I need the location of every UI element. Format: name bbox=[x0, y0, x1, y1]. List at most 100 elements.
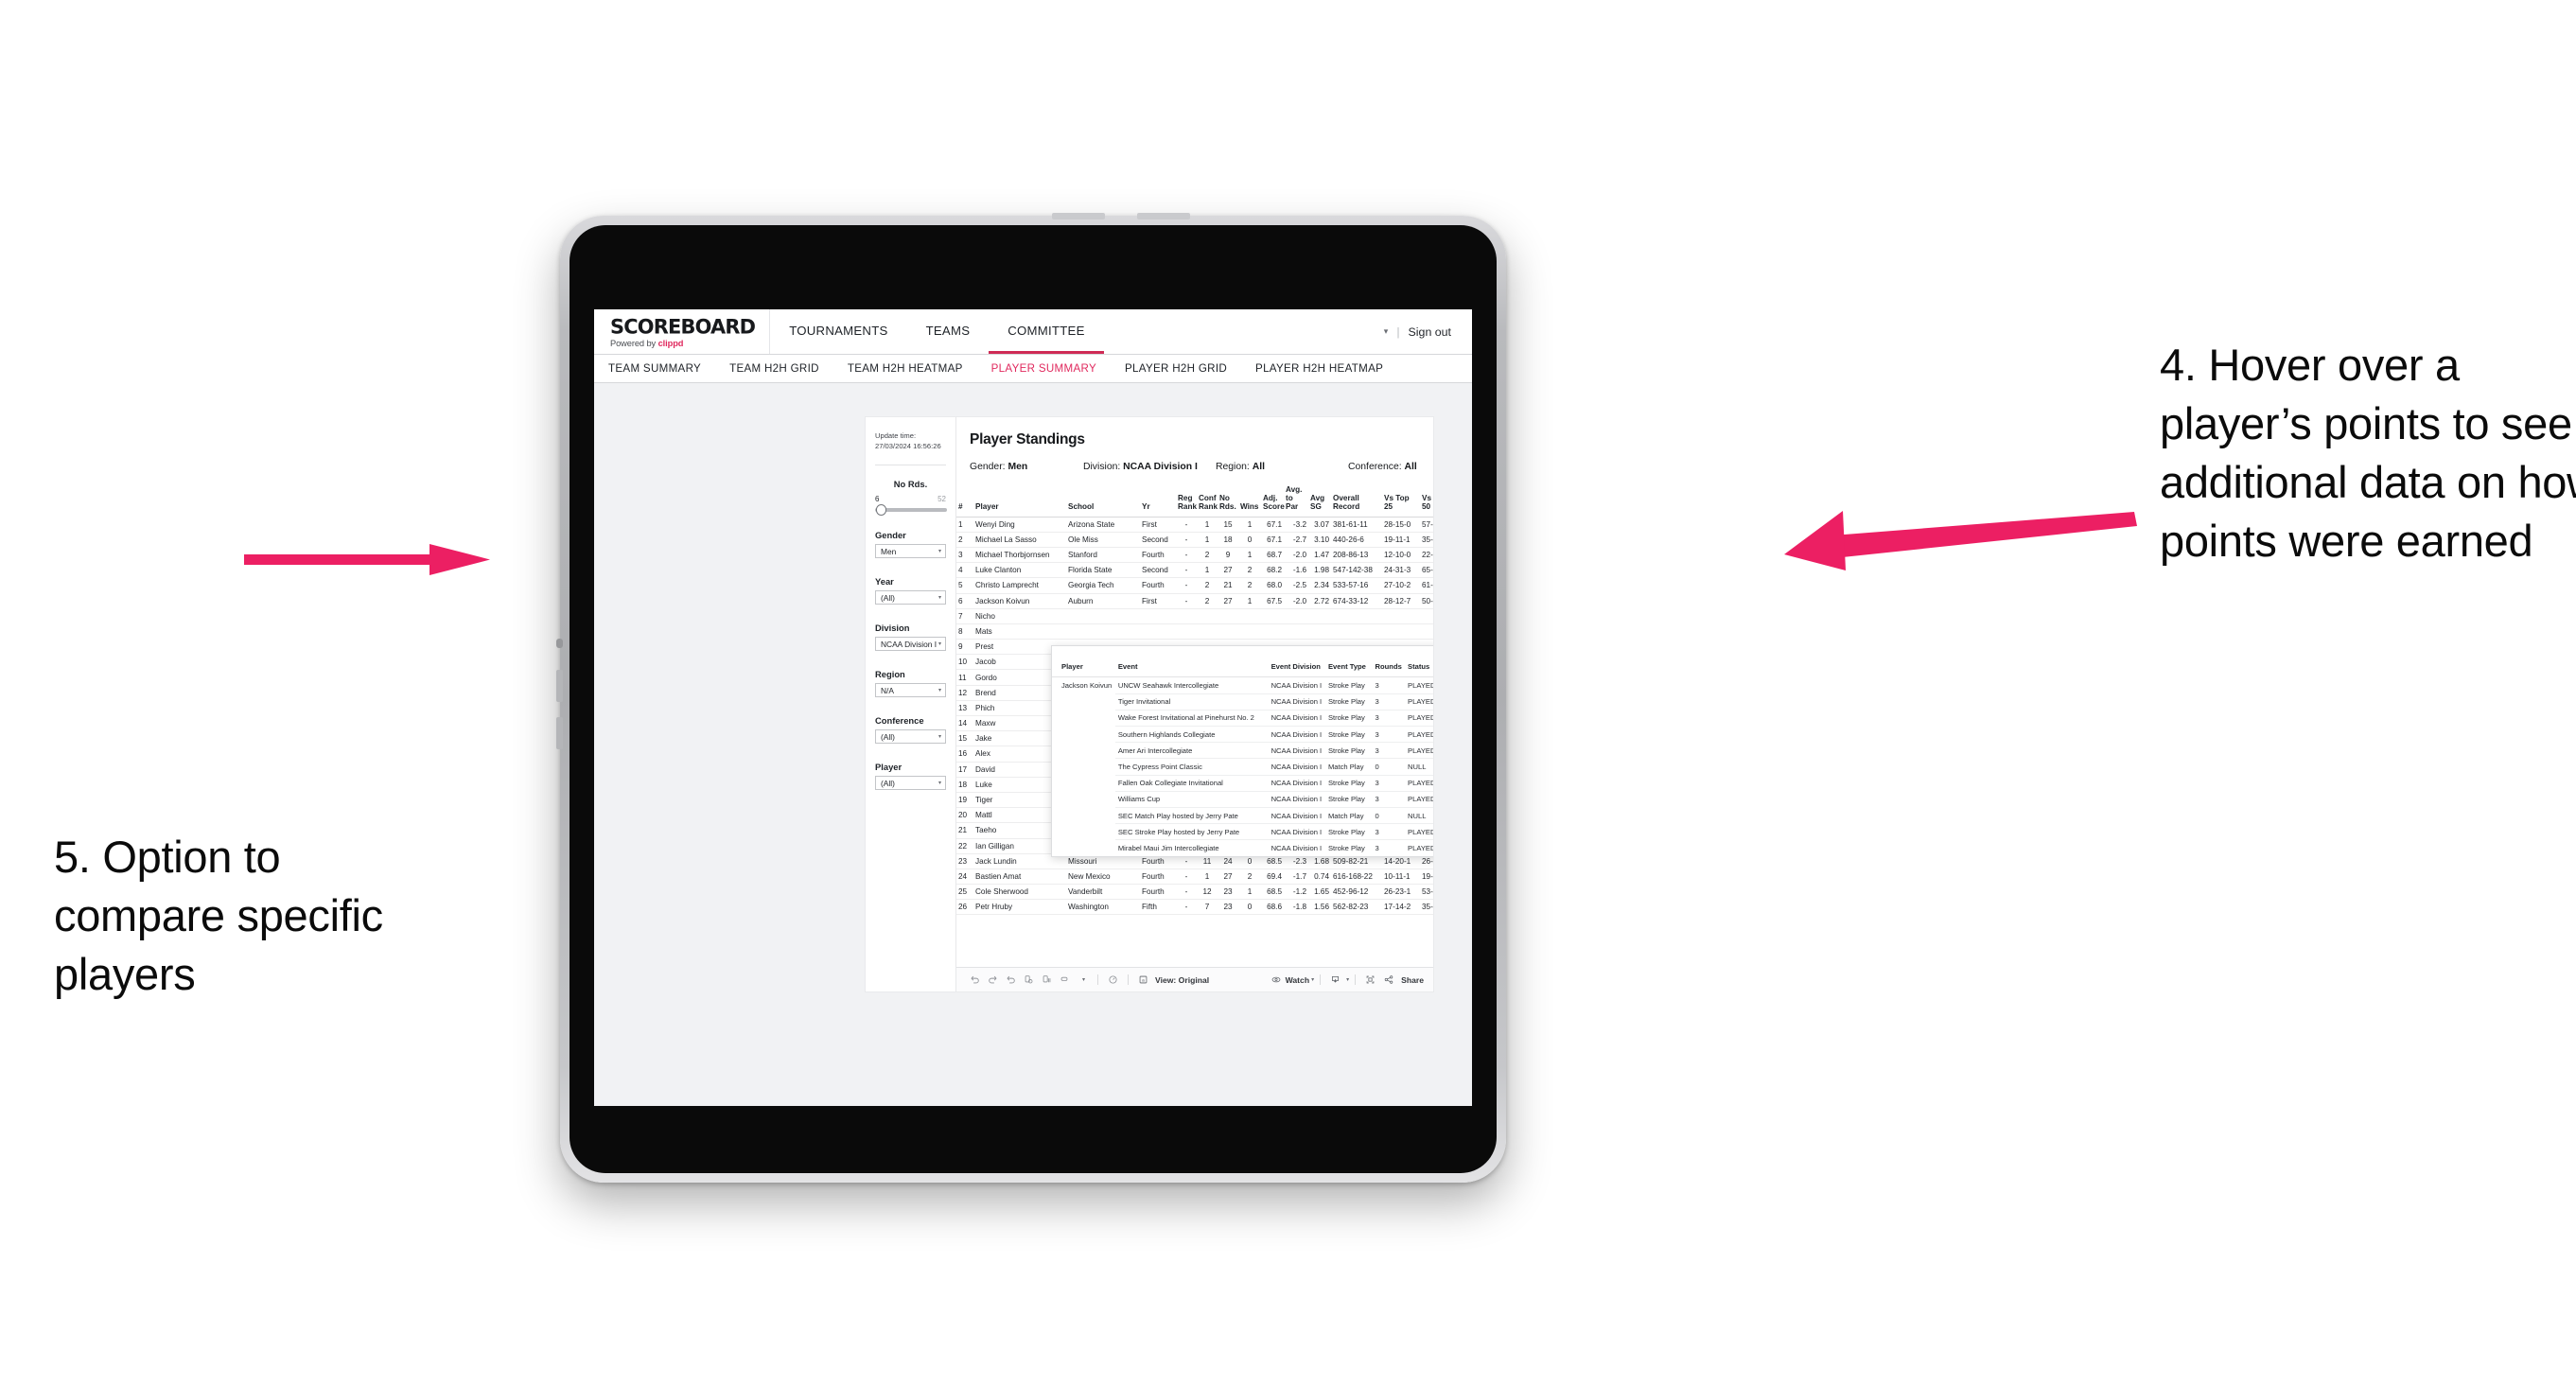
filter-select-gender[interactable]: Men ▾ bbox=[875, 544, 946, 558]
col-header-no-rds[interactable]: No Rds. bbox=[1218, 482, 1238, 518]
col-header-conf-rank[interactable]: Conf Rank bbox=[1197, 482, 1218, 518]
subnav-item-team-h2h-heatmap[interactable]: TEAM H2H HEATMAP bbox=[848, 362, 963, 375]
refresh-data-icon[interactable] bbox=[1020, 974, 1038, 985]
toolbar-divider-3 bbox=[1320, 974, 1322, 985]
subnav-item-player-summary[interactable]: PLAYER SUMMARY bbox=[991, 362, 1096, 375]
col-header-wins[interactable]: Wins bbox=[1238, 482, 1261, 518]
cell-avg-sg: 3.07 bbox=[1308, 517, 1331, 533]
revert-icon[interactable] bbox=[1002, 974, 1020, 985]
table-row[interactable]: 8 Mats bbox=[956, 623, 1433, 640]
standings-table-wrapper[interactable]: # Player School Yr Reg Rank Conf Rank No… bbox=[956, 482, 1433, 967]
view-original-icon[interactable]: a bbox=[1134, 974, 1152, 985]
view-original-label[interactable]: View: Original bbox=[1155, 975, 1209, 985]
nav-item-committee[interactable]: COMMITTEE bbox=[989, 309, 1104, 354]
undo-icon[interactable] bbox=[966, 974, 984, 985]
col-header-yr[interactable]: Yr bbox=[1140, 482, 1176, 518]
download-caret-icon[interactable]: ▾ bbox=[1346, 976, 1349, 983]
tooltip-cell-status: PLAYED bbox=[1405, 742, 1433, 760]
cell-num: 9 bbox=[956, 639, 973, 656]
watch-eye-icon[interactable] bbox=[1268, 974, 1286, 985]
tooltip-cell-status: PLAYED bbox=[1405, 710, 1433, 728]
subnav-item-team-h2h-grid[interactable]: TEAM H2H GRID bbox=[729, 362, 819, 375]
nav-item-tournaments[interactable]: TOURNAMENTS bbox=[770, 309, 906, 354]
table-row[interactable]: 7 Nicho bbox=[956, 608, 1433, 624]
device-top-button-2 bbox=[1137, 213, 1190, 219]
filter-select-year[interactable]: (All) ▾ bbox=[875, 590, 946, 605]
cell-adj-score: 68.0 bbox=[1261, 577, 1284, 594]
table-row[interactable]: 4 Luke Clanton Florida State Second -1 27 2 68.… bbox=[956, 562, 1433, 579]
cell-conf-rank: 1 bbox=[1197, 532, 1218, 548]
brand-logo[interactable]: SCOREBOARD Powered by clippd bbox=[594, 309, 769, 354]
cell-no-rds: 23 bbox=[1218, 899, 1238, 916]
cell-vs-top50: 19-16-2 bbox=[1420, 868, 1433, 886]
no-rounds-slider-handle[interactable] bbox=[876, 504, 886, 516]
col-header-avg-to-par[interactable]: Avg. to Par bbox=[1284, 482, 1308, 518]
update-time-block: Update time: 27/03/2024 16:56:26 bbox=[875, 430, 946, 451]
col-header-player[interactable]: Player bbox=[973, 482, 1066, 518]
table-row[interactable]: 25 Cole Sherwood Vanderbilt Fourth -12 23 1 68.… bbox=[956, 884, 1433, 901]
tooltip-cell-event-type: Match Play bbox=[1324, 758, 1373, 776]
cell-vs-top25: 10-11-1 bbox=[1382, 868, 1420, 886]
cell-avg-to-par: -1.7 bbox=[1284, 868, 1308, 886]
nav-item-teams[interactable]: TEAMS bbox=[907, 309, 990, 354]
col-header-avg-sg[interactable]: Avg SG bbox=[1308, 482, 1331, 518]
cell-yr: Fourth bbox=[1140, 868, 1176, 886]
device-layout-caret-icon[interactable]: ▾ bbox=[1074, 976, 1092, 983]
pause-auto-update-icon[interactable] bbox=[1038, 974, 1056, 985]
redo-icon[interactable] bbox=[984, 974, 1002, 985]
table-row[interactable]: 3 Michael Thorbjornsen Stanford Fourth -2 9 1 6… bbox=[956, 547, 1433, 564]
device-layout-icon[interactable] bbox=[1056, 974, 1074, 985]
col-header-number[interactable]: # bbox=[956, 482, 973, 518]
download-icon[interactable] bbox=[1326, 974, 1344, 985]
cell-vs-top25: 17-14-2 bbox=[1382, 899, 1420, 916]
cell-wins bbox=[1238, 608, 1261, 624]
subnav-item-team-summary[interactable]: TEAM SUMMARY bbox=[608, 362, 701, 375]
col-header-overall-record[interactable]: Overall Record bbox=[1331, 482, 1382, 518]
standings-header: Player Standings Gender: Men Division: N… bbox=[956, 417, 1433, 482]
cell-overall-record bbox=[1331, 623, 1382, 640]
subnav-item-player-h2h-grid[interactable]: PLAYER H2H GRID bbox=[1125, 362, 1227, 375]
table-row[interactable]: 2 Michael La Sasso Ole Miss Second -1 18 0 67.1… bbox=[956, 532, 1433, 548]
sign-out-link[interactable]: Sign out bbox=[1409, 325, 1451, 339]
col-header-reg-rank[interactable]: Reg Rank bbox=[1176, 482, 1197, 518]
tooltip-cell-rounds: 3 bbox=[1372, 710, 1406, 728]
share-icon[interactable] bbox=[1379, 974, 1397, 985]
watch-label[interactable]: Watch bbox=[1286, 975, 1309, 985]
table-row[interactable]: 26 Petr Hruby Washington Fifth -7 23 0 68.6 -1.8… bbox=[956, 899, 1433, 916]
table-row[interactable]: 24 Bastien Amat New Mexico Fourth -1 27 2 69.4-… bbox=[956, 868, 1433, 886]
filter-select-division[interactable]: NCAA Division I ▾ bbox=[875, 637, 946, 651]
table-row[interactable]: 6 Jackson Koivun Auburn First -2 27 1 67.5 -2.0 2… bbox=[956, 593, 1433, 609]
no-rounds-slider[interactable] bbox=[875, 504, 947, 516]
tooltip-cell-rounds: 0 bbox=[1372, 807, 1406, 825]
filter-select-conference[interactable]: (All) ▾ bbox=[875, 729, 946, 744]
col-header-school[interactable]: School bbox=[1066, 482, 1140, 518]
cell-reg-rank: - bbox=[1176, 593, 1197, 609]
table-row[interactable]: 5 Christo Lamprecht Georgia Tech Fourth -2 21… bbox=[956, 577, 1433, 594]
cell-vs-top25 bbox=[1382, 608, 1420, 624]
col-header-vs-top25[interactable]: Vs Top 25 bbox=[1382, 482, 1420, 518]
share-label[interactable]: Share bbox=[1401, 975, 1424, 985]
device-volume-up-button bbox=[556, 670, 563, 702]
fullscreen-icon[interactable] bbox=[1361, 974, 1379, 985]
col-header-vs-top50[interactable]: Vs Top 50 bbox=[1420, 482, 1433, 518]
tooltip-cell-player: Jackson Koivun bbox=[1061, 681, 1113, 691]
brand-subtitle: Powered by clippd bbox=[610, 339, 752, 348]
cell-avg-sg: 2.72 bbox=[1308, 593, 1331, 609]
chevron-down-icon: ▾ bbox=[938, 688, 941, 693]
user-menu-caret-icon[interactable]: ▾ bbox=[1384, 326, 1389, 337]
tooltip-cell-rounds: 3 bbox=[1372, 775, 1406, 792]
cell-vs-top50: 35-16-4 bbox=[1420, 532, 1433, 548]
filter-value-gender: Men bbox=[881, 546, 897, 556]
cell-avg-sg: 0.74 bbox=[1308, 868, 1331, 886]
filter-select-region[interactable]: N/A ▾ bbox=[875, 683, 946, 697]
table-row[interactable]: 1 Wenyi Ding Arizona State First -1 15 1 67.1 -3… bbox=[956, 517, 1433, 533]
cell-avg-to-par bbox=[1284, 623, 1308, 640]
col-header-adj-score[interactable]: Adj. Score bbox=[1261, 482, 1285, 518]
filter-summary-gender-key: Gender: bbox=[970, 462, 1006, 472]
annotation-left-text: 5. Option to compare specific players bbox=[54, 832, 383, 1000]
filter-select-player[interactable]: (All) ▾ bbox=[875, 776, 946, 790]
subnav-item-player-h2h-heatmap[interactable]: PLAYER H2H HEATMAP bbox=[1255, 362, 1383, 375]
watch-caret-icon[interactable]: ▾ bbox=[1311, 976, 1314, 983]
brand-clippd: clippd bbox=[657, 339, 684, 349]
pause-resume-icon[interactable] bbox=[1104, 974, 1122, 985]
